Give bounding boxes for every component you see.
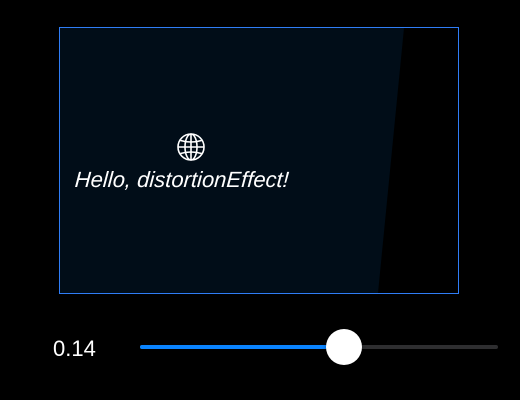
- globe-icon: [176, 132, 206, 162]
- distorted-preview: Hello, distortionEffect!: [60, 28, 404, 293]
- slider-thumb[interactable]: [326, 329, 362, 365]
- slider-fill: [140, 345, 344, 349]
- preview-frame: Hello, distortionEffect!: [59, 27, 459, 294]
- slider-value-label: 0.14: [53, 336, 96, 361]
- distortion-slider[interactable]: [140, 327, 498, 367]
- greeting-text: Hello, distortionEffect!: [74, 167, 290, 192]
